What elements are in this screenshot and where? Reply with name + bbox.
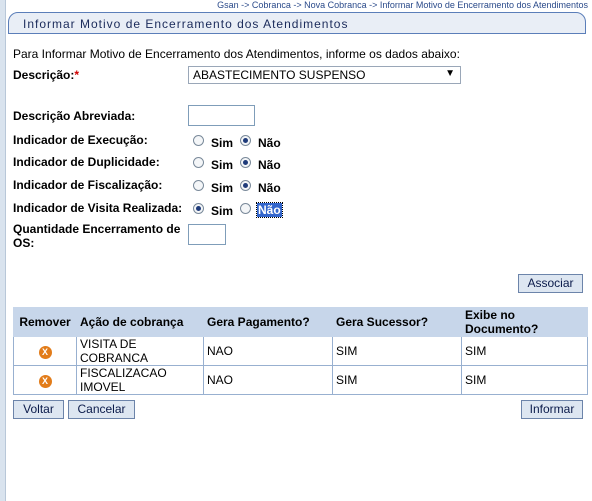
execucao-label: Indicador de Execução: [13,133,148,147]
duplicidade-sim-label[interactable]: Sim [211,158,233,172]
fiscalizacao-sim-label[interactable]: Sim [211,181,233,195]
acao-cell: VISITA DE COBRANCA [76,336,204,366]
fiscalizacao-sim-radio[interactable] [193,180,204,191]
acao-cell: FISCALIZACAO IMOVEL [76,365,204,395]
sucessor-cell: SIM [332,336,462,366]
page-title-bar: Informar Motivo de Encerramento dos Aten… [8,12,586,34]
pagamento-cell: NAO [203,365,333,395]
col-acao: Ação de cobrança [76,307,204,337]
exibe-cell: SIM [461,365,588,395]
acao-line1: FISCALIZACAO [80,366,167,380]
required-mark: * [74,68,80,82]
sucessor-cell: SIM [332,365,462,395]
col-sucessor: Gera Sucessor? [332,307,462,337]
acao-line2: IMOVEL [80,380,126,394]
col-pagamento: Gera Pagamento? [203,307,333,337]
duplicidade-label: Indicador de Duplicidade: [13,155,160,169]
exibe-cell: SIM [461,336,588,366]
remove-x-icon[interactable]: X [38,345,52,359]
informar-button[interactable]: Informar [521,400,583,419]
visita-nao-label[interactable]: Não [256,202,283,218]
execucao-nao-label[interactable]: Não [258,136,281,150]
remove-cell: X [13,365,77,395]
quantidade-input[interactable] [188,224,226,245]
table-header-row: Remover Ação de cobrança Gera Pagamento?… [13,307,588,337]
descricao-abreviada-label: Descrição Abreviada: [13,109,136,123]
voltar-button[interactable]: Voltar [13,400,64,419]
execucao-nao-radio[interactable] [240,135,251,146]
descricao-select-value: ABASTECIMENTO SUSPENSO [193,68,366,82]
fiscalizacao-nao-label[interactable]: Não [258,181,281,195]
table-row: X VISITA DE COBRANCA NAO SIM SIM [13,336,588,366]
intro-text: Para Informar Motivo de Encerramento dos… [13,47,460,61]
duplicidade-nao-radio[interactable] [240,157,251,168]
execucao-sim-label[interactable]: Sim [211,136,233,150]
visita-sim-label[interactable]: Sim [211,204,233,218]
fiscalizacao-label: Indicador de Fiscalização: [13,178,163,192]
descricao-label-text: Descrição: [13,68,75,82]
col-remover: Remover [13,307,77,337]
visita-label: Indicador de Visita Realizada: [13,201,183,215]
left-frame-bar [0,0,6,501]
breadcrumb: Gsan -> Cobranca -> Nova Cobranca -> Inf… [217,0,588,10]
duplicidade-sim-radio[interactable] [193,157,204,168]
visita-sim-radio[interactable] [193,203,204,214]
acoes-table: Remover Ação de cobrança Gera Pagamento?… [13,307,588,395]
execucao-sim-radio[interactable] [193,135,204,146]
remove-cell: X [13,336,77,366]
visita-nao-radio[interactable] [240,203,251,214]
page-title: Informar Motivo de Encerramento dos Aten… [23,17,349,31]
associar-button[interactable]: Associar [518,274,583,293]
chevron-down-icon[interactable]: ▼ [445,68,455,79]
fiscalizacao-nao-radio[interactable] [240,180,251,191]
descricao-label: Descrição:* [13,68,79,82]
descricao-abreviada-input[interactable] [188,105,255,126]
duplicidade-nao-label[interactable]: Não [258,158,281,172]
remove-x-icon[interactable]: X [38,374,52,388]
quantidade-label-line1: Quantidade Encerramento de [13,222,181,236]
col-exibe: Exibe no Documento? [461,307,588,337]
quantidade-label-line2: OS: [13,236,35,250]
table-row: X FISCALIZACAO IMOVEL NAO SIM SIM [13,365,588,395]
descricao-select[interactable]: ABASTECIMENTO SUSPENSO ▼ [188,66,461,84]
pagamento-cell: NAO [203,336,333,366]
cancelar-button[interactable]: Cancelar [68,400,135,419]
